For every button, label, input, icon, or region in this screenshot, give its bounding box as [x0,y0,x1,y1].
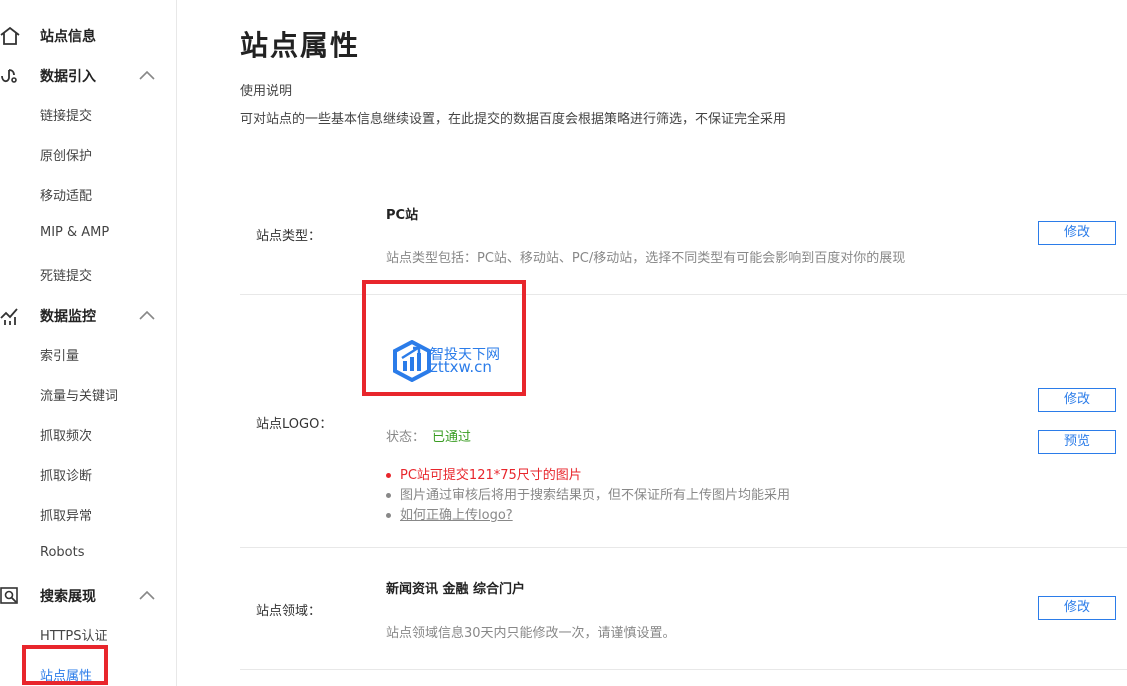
chevron-up-icon[interactable] [139,590,155,600]
sidebar-item-label: 站点信息 [40,29,96,45]
main-content: 站点属性 使用说明 可对站点的一些基本信息继续设置，在此提交的数据百度会根据策略… [176,0,1127,686]
sidebar-item-crawl-frequency[interactable]: 抓取频次 [40,425,92,444]
home-icon [0,26,20,45]
usage-title: 使用说明 [240,84,293,99]
sidebar-item-mobile-adapt[interactable]: 移动适配 [40,185,92,204]
logo-image-icon [393,340,431,382]
site-type-edit-button[interactable]: 修改 [1038,221,1116,245]
site-type-value: PC站 [386,208,419,223]
sidebar-item-https[interactable]: HTTPS认证 [40,625,108,644]
logo-text-en: zttxw.cn [430,358,492,376]
site-domain-edit-button[interactable]: 修改 [1038,596,1116,620]
usage-description: 可对站点的一些基本信息继续设置，在此提交的数据百度会根据策略进行筛选，不保证完全… [240,112,787,127]
sidebar-section-data-import[interactable]: 数据引入 [0,64,176,88]
divider [240,669,1127,670]
site-logo-preview-button[interactable]: 预览 [1038,430,1116,454]
logo-status-label: 状态： [386,430,426,445]
logo-bullet-size: PC站可提交121*75尺寸的图片 [386,464,582,483]
site-type-note: 站点类型包括：PC站、移动站、PC/移动站，选择不同类型有可能会影响到百度对你的… [386,251,906,266]
sidebar-item-robots[interactable]: Robots [40,545,84,560]
sidebar-item-index[interactable]: 索引量 [40,345,79,364]
site-domain-note: 站点领域信息30天内只能修改一次，请谨慎设置。 [386,626,676,641]
sidebar-item-traffic-keywords[interactable]: 流量与关键词 [40,385,118,404]
sidebar-section-data-monitor[interactable]: 数据监控 [0,304,176,328]
logo-bullet-review: 图片通过审核后将用于搜索结果页，但不保证所有上传图片均能采用 [386,484,790,503]
sidebar-item-link-submit[interactable]: 链接提交 [40,105,92,124]
sidebar-section-search-display[interactable]: 搜索展现 [0,584,176,608]
data-import-icon [1,69,17,83]
site-type-label: 站点类型： [256,229,322,244]
bullet-dot [386,473,391,478]
chart-icon [0,308,18,325]
logo-bullet-help: 如何正确上传logo? [386,504,513,523]
bullet-dot [386,493,391,498]
chevron-up-icon[interactable] [139,70,155,80]
divider [240,547,1127,548]
site-domain-label: 站点领域： [256,604,322,619]
site-logo-label: 站点LOGO： [256,417,333,432]
sidebar-section-label: 搜索展现 [40,589,96,605]
sidebar-section-label: 数据监控 [40,309,96,325]
bullet-dot [386,513,391,518]
sidebar-item-mip-amp[interactable]: MIP & AMP [40,225,109,240]
site-logo-edit-button[interactable]: 修改 [1038,388,1116,412]
chevron-up-icon[interactable] [139,310,155,320]
sidebar: 站点信息 数据引入 链接提交 原创保护 移动适配 MIP & AMP 死链提交 … [0,0,177,686]
search-display-icon [0,587,18,604]
sidebar-item-dead-link[interactable]: 死链提交 [40,265,92,284]
site-domain-value: 新闻资讯 金融 综合门户 [386,582,526,597]
logo-highlight [362,280,526,396]
sidebar-item-site-info[interactable]: 站点信息 [0,24,176,48]
sidebar-item-crawl-error[interactable]: 抓取异常 [40,505,92,524]
sidebar-item-original-protect[interactable]: 原创保护 [40,145,92,164]
logo-help-link[interactable]: 如何正确上传logo? [400,508,513,523]
logo-status-value: 已通过 [432,430,472,445]
sidebar-item-site-attributes[interactable]: 站点属性 [40,665,92,684]
sidebar-section-label: 数据引入 [40,69,96,85]
page-title: 站点属性 [240,29,361,62]
sidebar-item-crawl-diagnose[interactable]: 抓取诊断 [40,465,92,484]
